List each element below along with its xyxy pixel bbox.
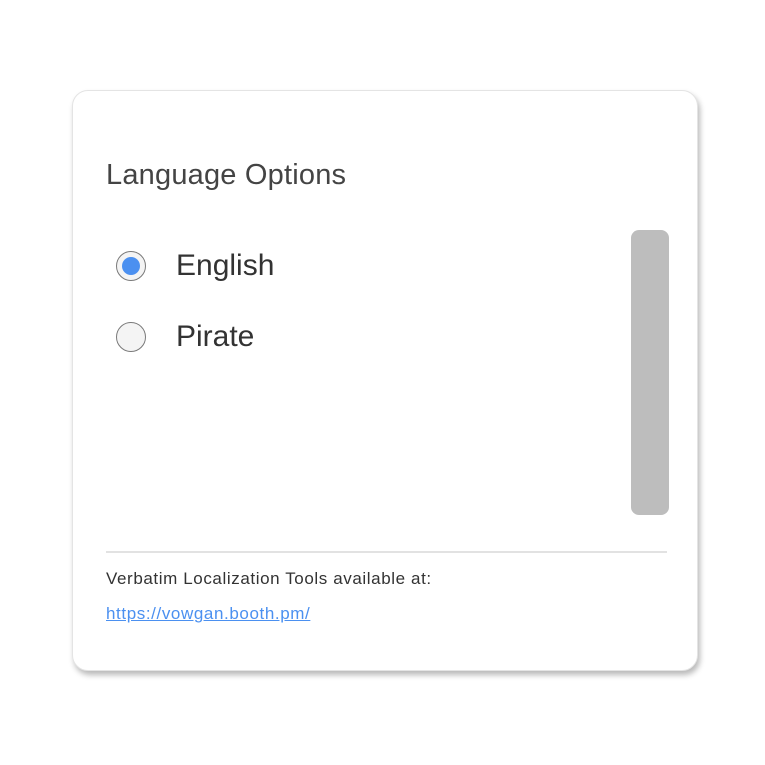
panel-title: Language Options xyxy=(106,159,347,191)
english-option-label: English xyxy=(176,249,275,282)
language-options-panel: Language Options English Pirate Verbatim… xyxy=(72,90,698,671)
language-option-english[interactable]: English xyxy=(116,248,274,284)
booth-link[interactable]: https://vowgan.booth.pm/ xyxy=(106,604,310,624)
footer-text: Verbatim Localization Tools available at… xyxy=(106,569,432,588)
footer-divider xyxy=(106,551,667,553)
english-radio-button[interactable] xyxy=(116,251,146,281)
language-option-pirate[interactable]: Pirate xyxy=(116,319,254,355)
pirate-radio-button[interactable] xyxy=(116,322,146,352)
pirate-option-label: Pirate xyxy=(176,320,255,353)
options-scrollbar[interactable] xyxy=(631,230,669,515)
